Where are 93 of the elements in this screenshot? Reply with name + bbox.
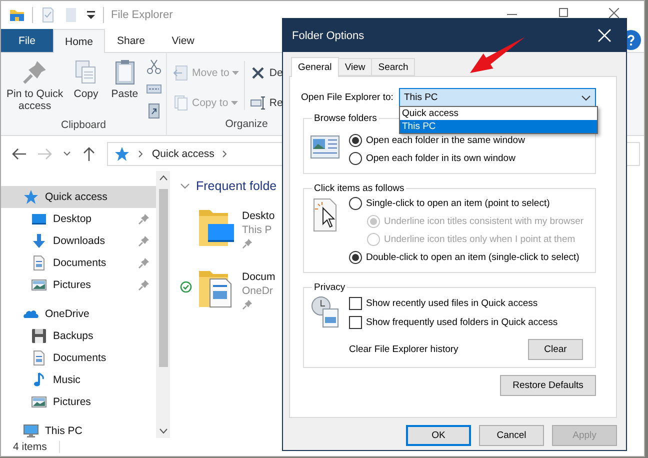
group-title: Privacy xyxy=(313,282,346,293)
copy-button[interactable]: Copy xyxy=(68,57,104,119)
pin-icon xyxy=(138,279,150,291)
back-button[interactable] xyxy=(11,146,27,162)
nav-item[interactable]: Desktop xyxy=(1,208,156,230)
chevron-right-icon xyxy=(138,148,144,158)
folder-tile[interactable]: Docum OneDr xyxy=(180,267,283,315)
dialog-button[interactable]: OK xyxy=(406,425,471,446)
pin-icon xyxy=(138,213,150,225)
dialog-tab[interactable]: Search xyxy=(371,58,416,76)
delete-button[interactable]: De xyxy=(248,63,285,83)
nav-item[interactable]: Pictures xyxy=(1,391,156,413)
dialog-button[interactable]: Cancel xyxy=(479,425,544,446)
chevron-right-icon xyxy=(222,148,228,158)
question-mark-icon xyxy=(625,34,637,46)
nav-item[interactable]: Backups xyxy=(1,325,156,347)
caret-icon xyxy=(232,71,240,75)
status-text: 4 items xyxy=(13,441,60,453)
caret-icon xyxy=(231,101,238,105)
folder-location: This P xyxy=(242,224,273,236)
clear-history-label: Clear File Explorer history xyxy=(349,344,458,355)
forward-arrow-icon xyxy=(37,146,53,162)
rename-button[interactable]: Re xyxy=(248,93,285,113)
section-title: Frequent folde xyxy=(196,179,277,193)
file-tab[interactable]: File xyxy=(1,29,53,52)
document-icon xyxy=(31,350,47,366)
monitor-icon xyxy=(23,423,39,439)
dialog-tab[interactable]: View xyxy=(338,58,372,76)
ribbon-tab[interactable]: View xyxy=(157,29,209,52)
nav-item[interactable]: OneDrive xyxy=(1,303,156,325)
nav-item[interactable]: This PC xyxy=(1,420,156,442)
music-note-icon xyxy=(31,372,47,388)
close-icon xyxy=(609,8,619,18)
maximize-icon xyxy=(558,8,568,17)
nav-item[interactable]: Documents xyxy=(1,347,156,369)
nav-item[interactable]: Pictures xyxy=(1,274,156,296)
folder-location: OneDr xyxy=(242,285,274,297)
back-arrow-icon xyxy=(11,146,27,162)
folder-name: Deskto xyxy=(242,210,275,222)
check-circle-icon xyxy=(180,281,192,293)
pin-icon xyxy=(138,235,150,247)
pin-icon xyxy=(242,299,253,310)
dropdown-option[interactable]: Quick access xyxy=(400,107,597,120)
delete-x-icon xyxy=(250,65,266,81)
window-title: File Explorer xyxy=(111,9,173,21)
chevron-down-icon xyxy=(581,92,591,102)
radio-button[interactable]: Double-click to open an item (single-click to select) xyxy=(349,250,584,265)
folder-tile[interactable]: Deskto This P xyxy=(180,206,283,254)
nav-item[interactable]: Documents xyxy=(1,252,156,274)
radio-button[interactable]: Open each folder in the same window xyxy=(349,133,525,148)
nav-item[interactable]: Music xyxy=(1,369,156,391)
dropdown-option[interactable]: This PC xyxy=(400,120,597,133)
group-title: Click items as follows xyxy=(313,183,406,194)
dialog-tab[interactable]: General xyxy=(291,57,339,77)
group-title: Browse folders xyxy=(313,113,378,124)
close-icon xyxy=(598,29,610,42)
pin-to-quick-access-button[interactable]: Pin to Quick access xyxy=(5,57,65,119)
nav-item[interactable]: Downloads xyxy=(1,230,156,252)
scrollbar[interactable] xyxy=(156,171,170,438)
up-button[interactable] xyxy=(81,146,97,162)
desktop-icon xyxy=(31,211,47,227)
open-to-dropdown[interactable]: This PC xyxy=(399,88,596,107)
pin-icon xyxy=(242,238,253,249)
pin-icon xyxy=(138,257,150,269)
up-arrow-icon xyxy=(81,146,97,162)
pin-icon xyxy=(22,59,48,85)
ribbon-tab[interactable]: Share xyxy=(105,29,157,52)
restore-defaults-button[interactable]: Restore Defaults xyxy=(500,375,596,396)
picture-icon xyxy=(31,394,47,410)
chevron-down-icon xyxy=(180,181,190,191)
folder-name: Docum xyxy=(242,271,276,283)
scissors-icon xyxy=(146,59,162,75)
document-icon xyxy=(31,255,47,271)
field-label: Open File Explorer to: xyxy=(301,92,394,103)
nav-item[interactable]: Quick access xyxy=(1,186,156,208)
checkbox[interactable]: Show frequently used folders in Quick access xyxy=(349,314,587,330)
ribbon-tab[interactable]: Home xyxy=(53,29,105,53)
picture-icon xyxy=(31,277,47,293)
breadcrumb[interactable]: Quick access xyxy=(152,148,214,160)
star-icon xyxy=(23,189,39,205)
radio-button[interactable]: Open each folder in its own window xyxy=(349,151,525,166)
star-icon xyxy=(114,146,130,162)
window-icon xyxy=(310,134,340,160)
dialog-title: Folder Options xyxy=(292,30,364,42)
download-arrow-icon xyxy=(31,233,47,249)
clear-button[interactable]: Clear xyxy=(528,339,583,360)
checkbox[interactable]: Show recently used files in Quick access xyxy=(349,295,587,311)
clock-document-icon xyxy=(310,295,340,329)
group-label: Clipboard xyxy=(60,119,107,133)
paste-button[interactable]: Paste xyxy=(107,57,142,119)
cut-button[interactable] xyxy=(146,59,162,75)
folder-icon[interactable] xyxy=(9,7,25,23)
radio-button[interactable]: Single-click to open an item (point to select) xyxy=(349,196,584,211)
